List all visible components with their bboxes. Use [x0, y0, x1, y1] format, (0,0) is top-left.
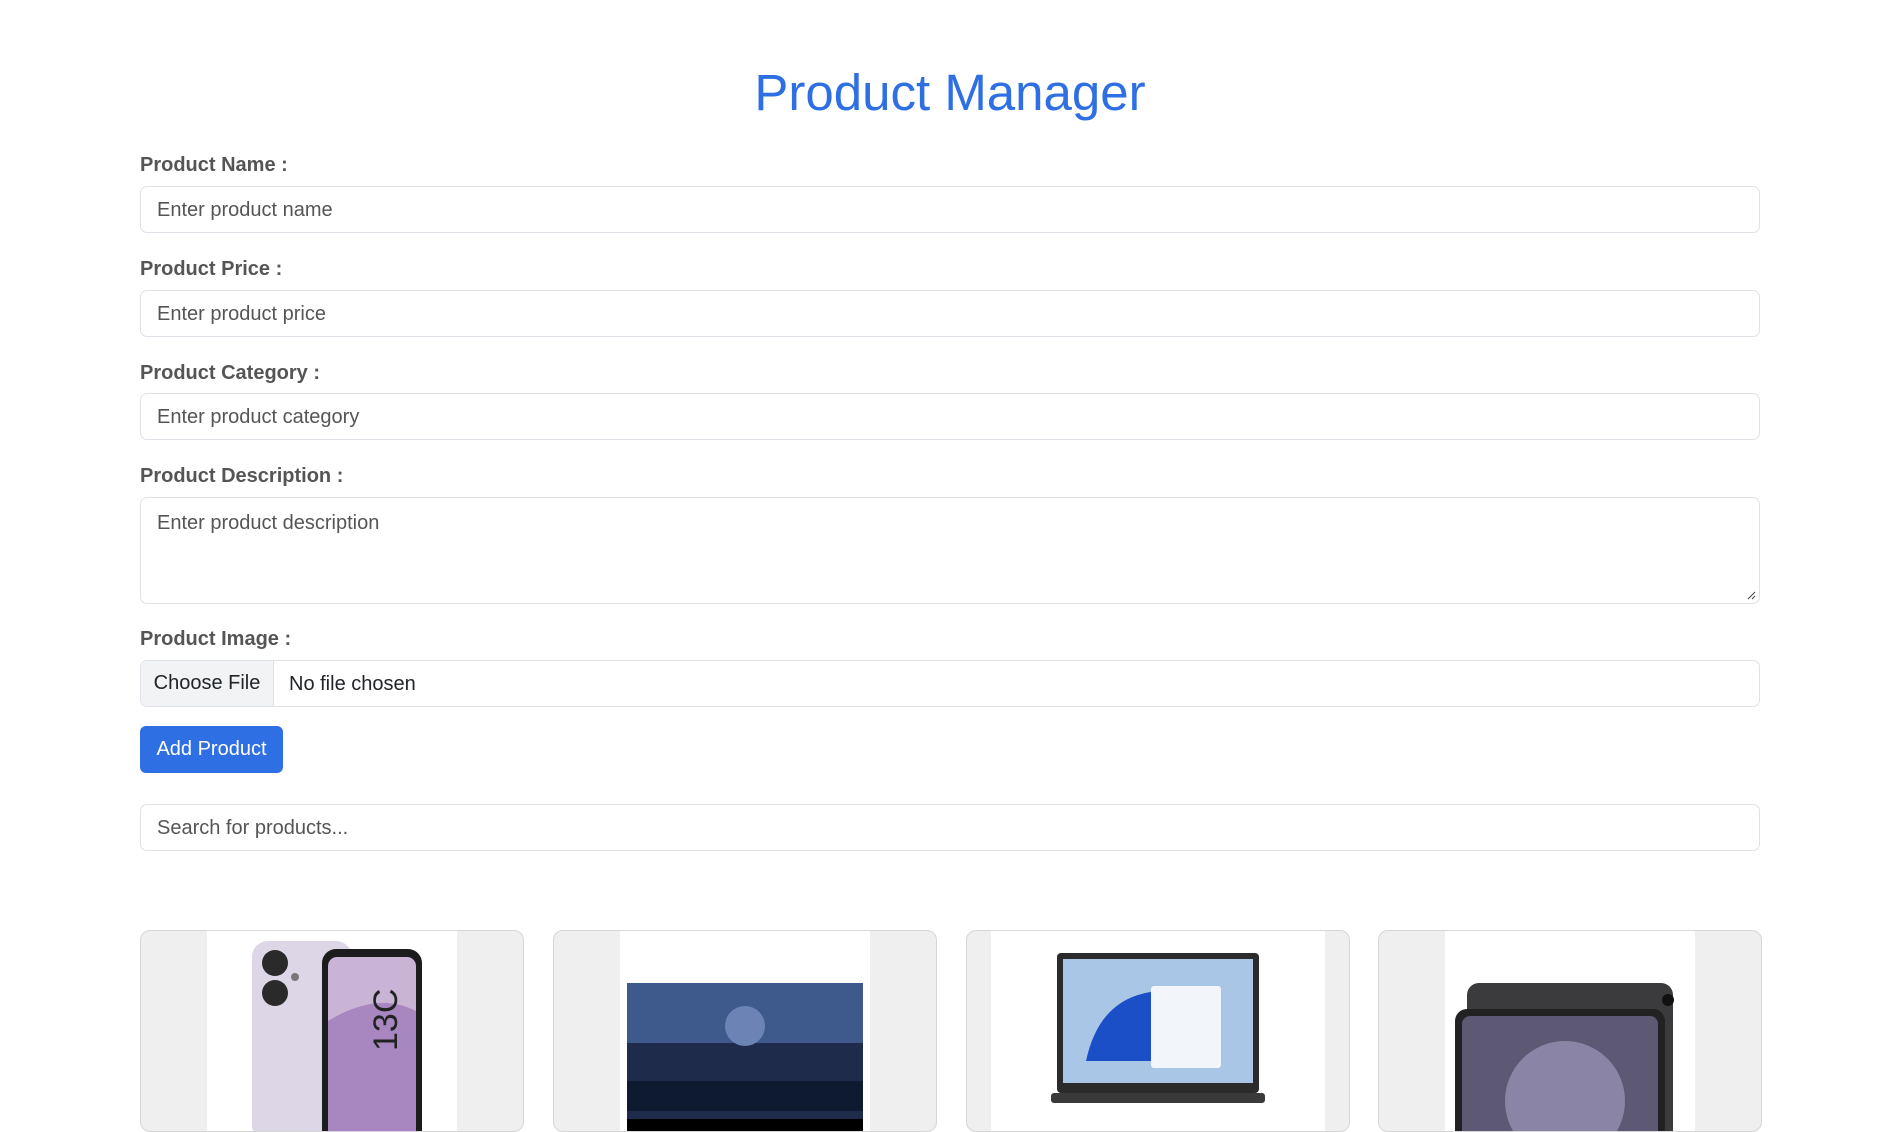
- product-price-placeholder: Enter product price: [157, 303, 326, 325]
- product-price-label: Product Price :: [140, 258, 283, 280]
- search-input[interactable]: Search for products...: [140, 804, 1760, 851]
- product-name-placeholder: Enter product name: [157, 199, 333, 221]
- laptop-icon: [1051, 953, 1265, 1103]
- product-name-input[interactable]: Enter product name: [140, 186, 1760, 233]
- product-price-input[interactable]: Enter product price: [140, 290, 1760, 337]
- tv-icon: [627, 983, 863, 1131]
- resize-grip-icon[interactable]: [1746, 590, 1756, 600]
- product-description-label: Product Description :: [140, 465, 344, 487]
- product-image-file-input[interactable]: Choose File No file chosen: [140, 660, 1760, 707]
- choose-file-button[interactable]: Choose File: [141, 661, 274, 706]
- tablet-icon: [1455, 983, 1674, 1131]
- product-image-label: Product Image :: [140, 628, 292, 650]
- product-description-textarea[interactable]: Enter product description: [140, 497, 1760, 604]
- product-category-placeholder: Enter product category: [157, 406, 360, 428]
- product-category-input[interactable]: Enter product category: [140, 393, 1760, 440]
- svg-text:13C: 13C: [367, 989, 405, 1051]
- product-card[interactable]: 13C: [140, 930, 524, 1132]
- product-name-label: Product Name :: [140, 154, 288, 176]
- product-image: 13C: [207, 931, 457, 1131]
- product-description-placeholder: Enter product description: [157, 512, 380, 534]
- file-status-text: No file chosen: [289, 673, 416, 695]
- product-image: [991, 931, 1325, 1131]
- product-image: [620, 931, 870, 1131]
- product-card[interactable]: [966, 930, 1350, 1132]
- product-card[interactable]: [553, 930, 937, 1132]
- product-image: [1445, 931, 1695, 1131]
- add-product-button[interactable]: Add Product: [140, 726, 283, 773]
- product-card[interactable]: [1378, 930, 1762, 1132]
- page-title: Product Manager: [754, 64, 1146, 121]
- phone-icon: 13C: [252, 941, 422, 1131]
- search-placeholder: Search for products...: [157, 817, 349, 839]
- product-category-label: Product Category :: [140, 362, 321, 384]
